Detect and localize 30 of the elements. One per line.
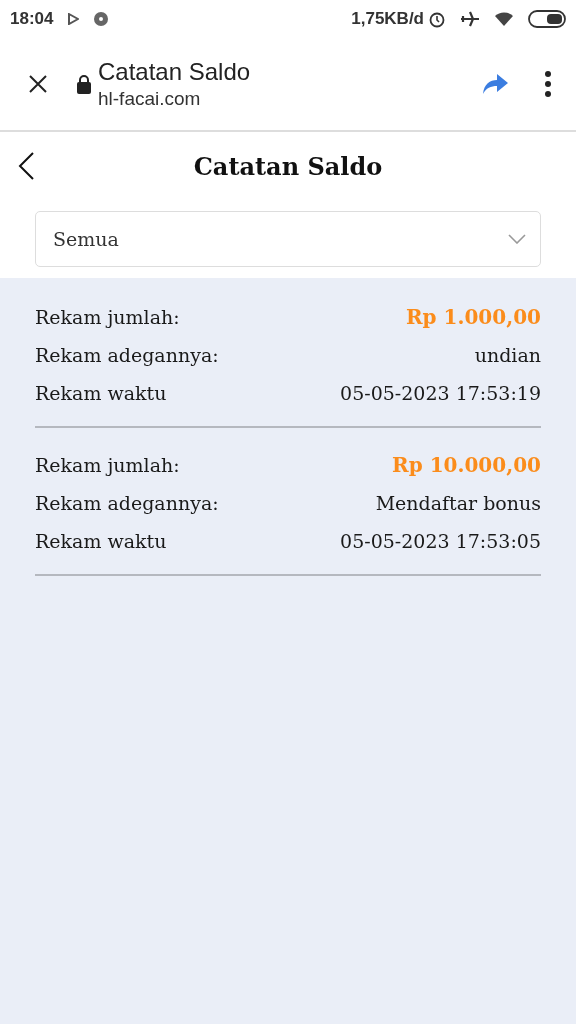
record-label: Rekam adegannya: xyxy=(35,492,219,514)
share-arrow-icon xyxy=(481,72,509,96)
status-time: 18:04 xyxy=(10,9,54,29)
network-speed: 1,75KB/d xyxy=(351,9,424,29)
record-value: undian xyxy=(474,344,541,366)
filter-dropdown[interactable]: Semua xyxy=(35,211,541,267)
chevron-down-icon xyxy=(508,234,526,244)
alarm-icon xyxy=(428,10,446,28)
header-title: Catatan Saldo xyxy=(193,151,383,181)
record-label: Rekam adegannya: xyxy=(35,344,219,366)
record-amount: Rp 1.000,00 xyxy=(406,305,541,329)
record-value: 05-05-2023 17:53:19 xyxy=(340,382,541,404)
menu-icon xyxy=(544,71,552,97)
record-value: Mendaftar bonus xyxy=(375,492,541,514)
record-value: 05-05-2023 17:53:05 xyxy=(340,530,541,552)
record-label: Rekam waktu xyxy=(35,382,167,404)
record-label: Rekam waktu xyxy=(35,530,167,552)
lock-icon xyxy=(76,74,92,94)
page-url: hl-facai.com xyxy=(98,88,202,110)
record-amount: Rp 10.000,00 xyxy=(392,453,541,477)
wifi-icon xyxy=(494,11,514,27)
close-icon xyxy=(28,74,48,94)
record-label: Rekam jumlah: xyxy=(35,454,180,476)
play-icon xyxy=(67,13,80,25)
battery-icon xyxy=(528,10,566,28)
record-label: Rekam jumlah: xyxy=(35,306,180,328)
back-icon xyxy=(16,151,36,181)
disc-icon xyxy=(93,11,110,27)
airplane-icon xyxy=(460,10,480,28)
page-title: Catatan Saldo xyxy=(98,58,252,86)
